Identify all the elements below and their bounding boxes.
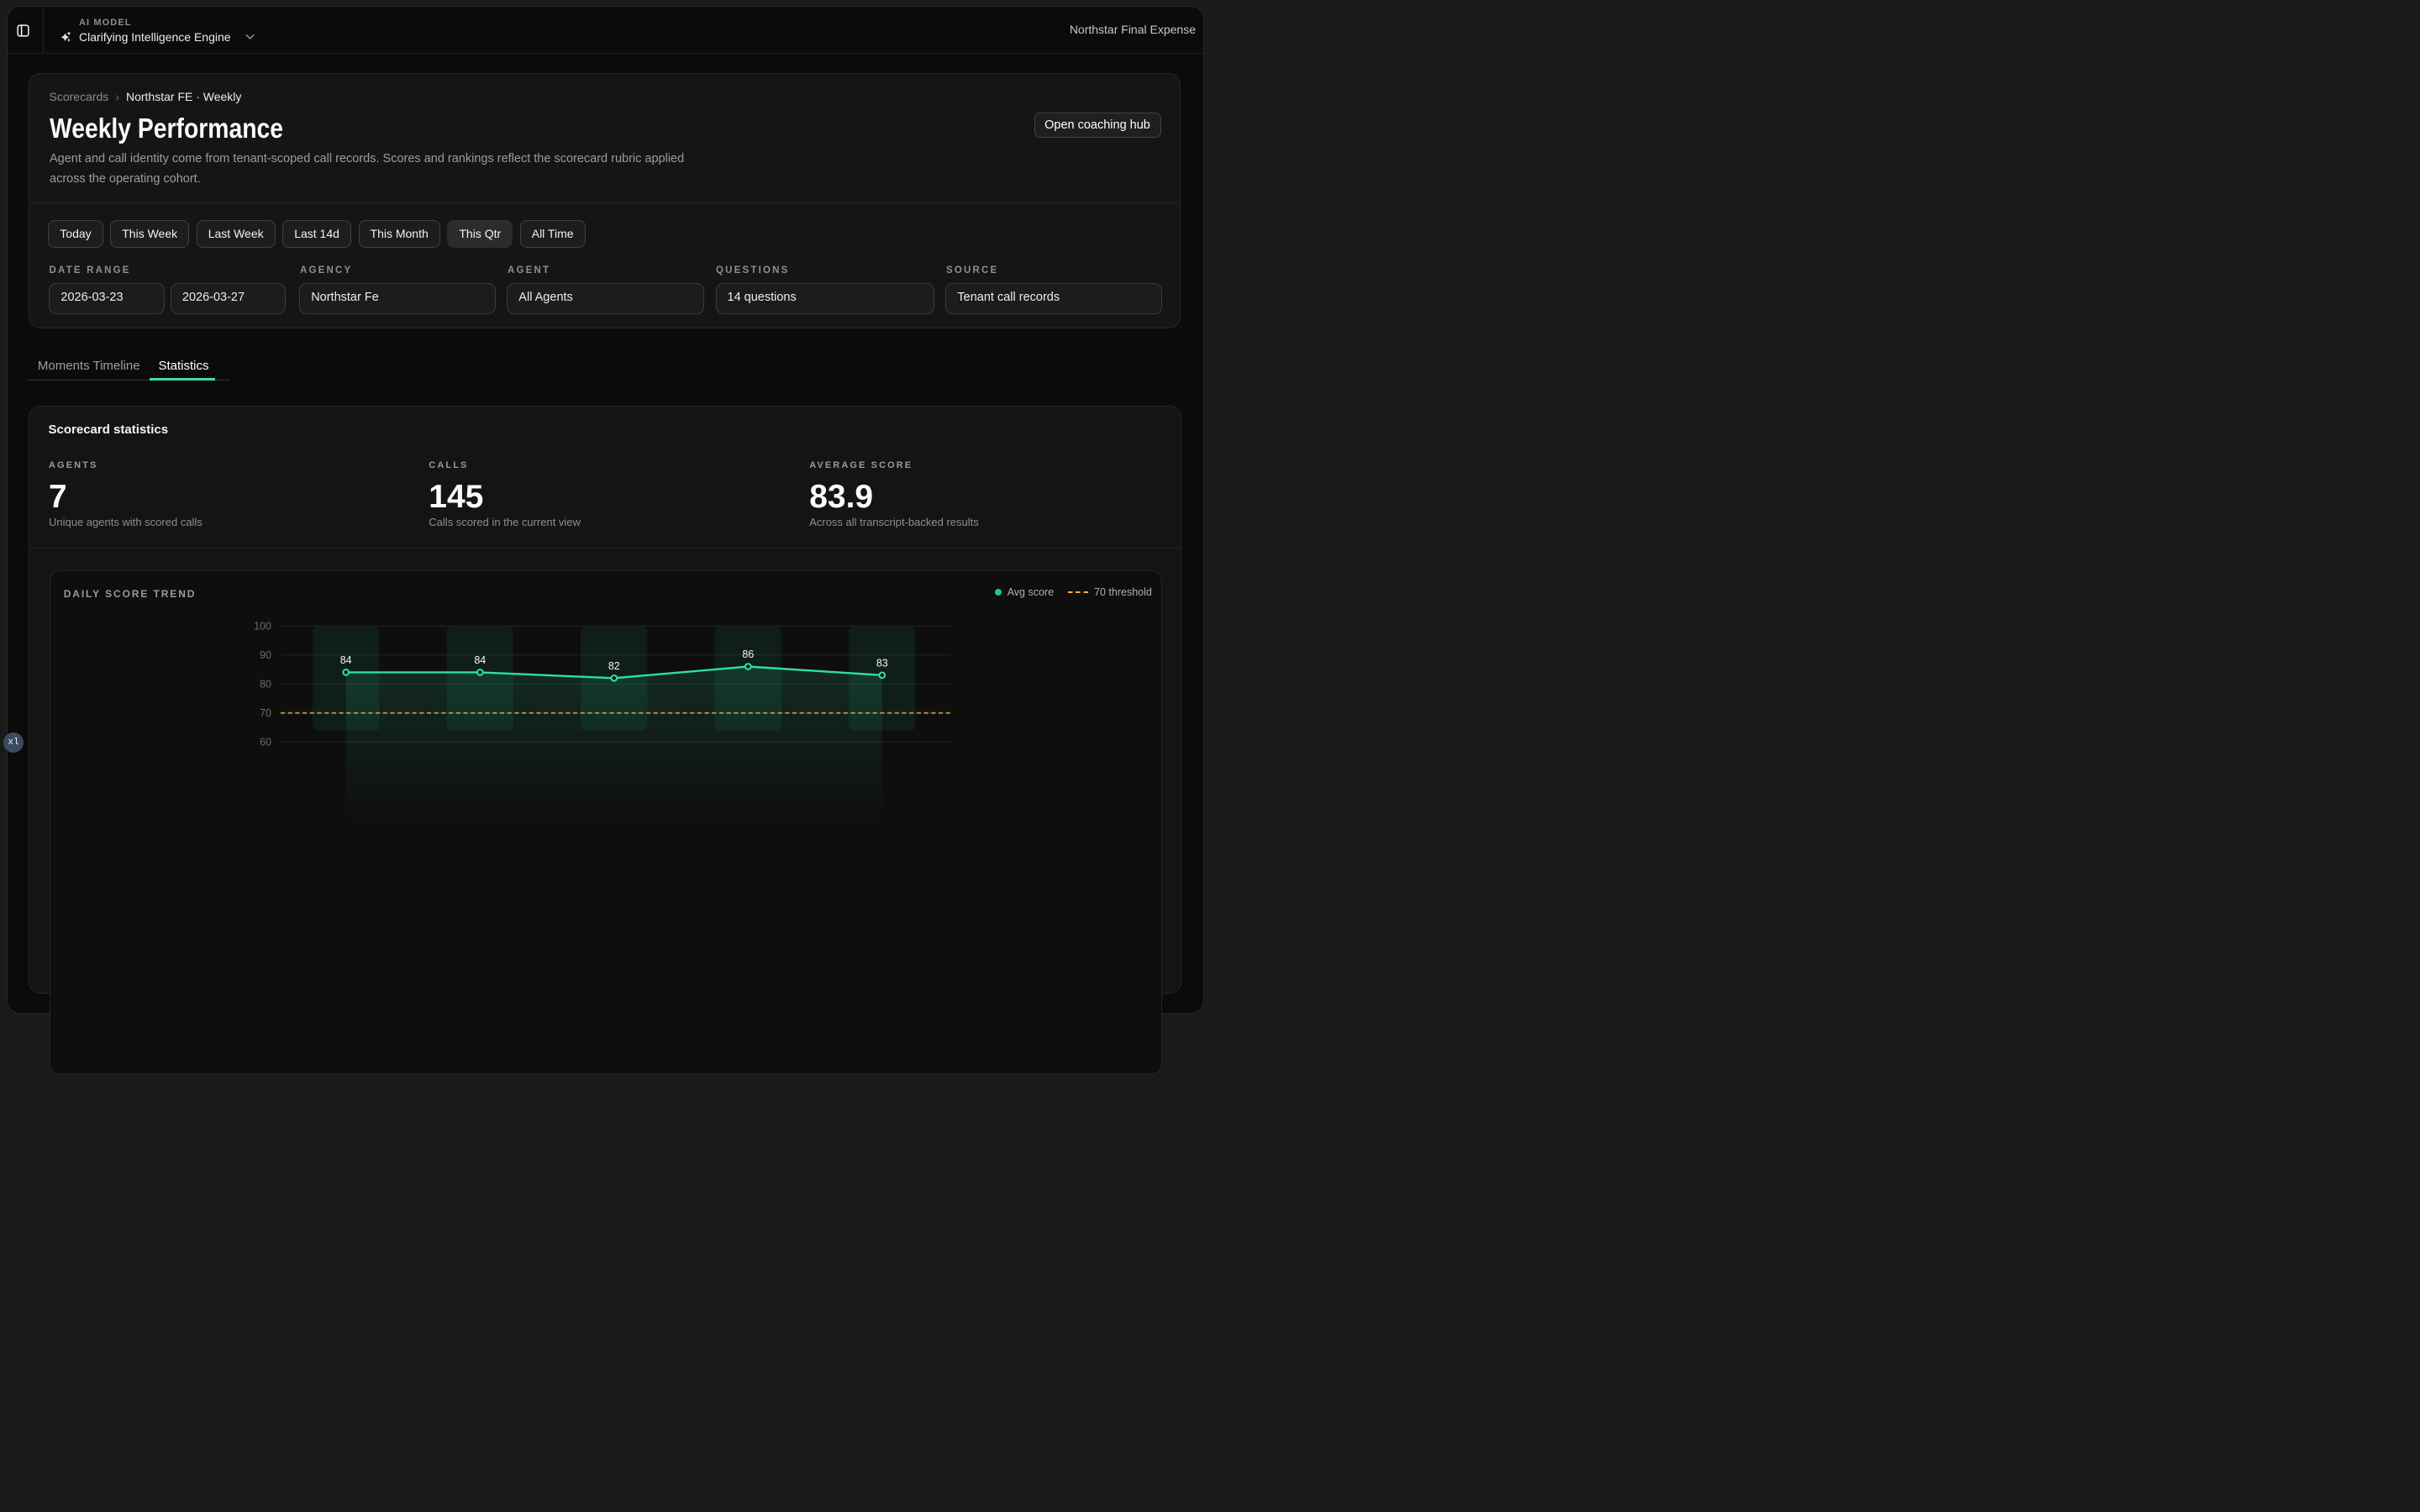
svg-text:84: 84 xyxy=(339,654,351,666)
svg-text:70: 70 xyxy=(260,707,271,719)
svg-text:100: 100 xyxy=(254,621,271,633)
svg-text:84: 84 xyxy=(474,654,486,666)
svg-text:86: 86 xyxy=(742,648,754,660)
svg-text:82: 82 xyxy=(608,660,620,672)
svg-text:83: 83 xyxy=(876,657,888,669)
svg-text:90: 90 xyxy=(260,649,271,661)
svg-text:80: 80 xyxy=(260,679,271,690)
svg-text:60: 60 xyxy=(260,737,271,748)
